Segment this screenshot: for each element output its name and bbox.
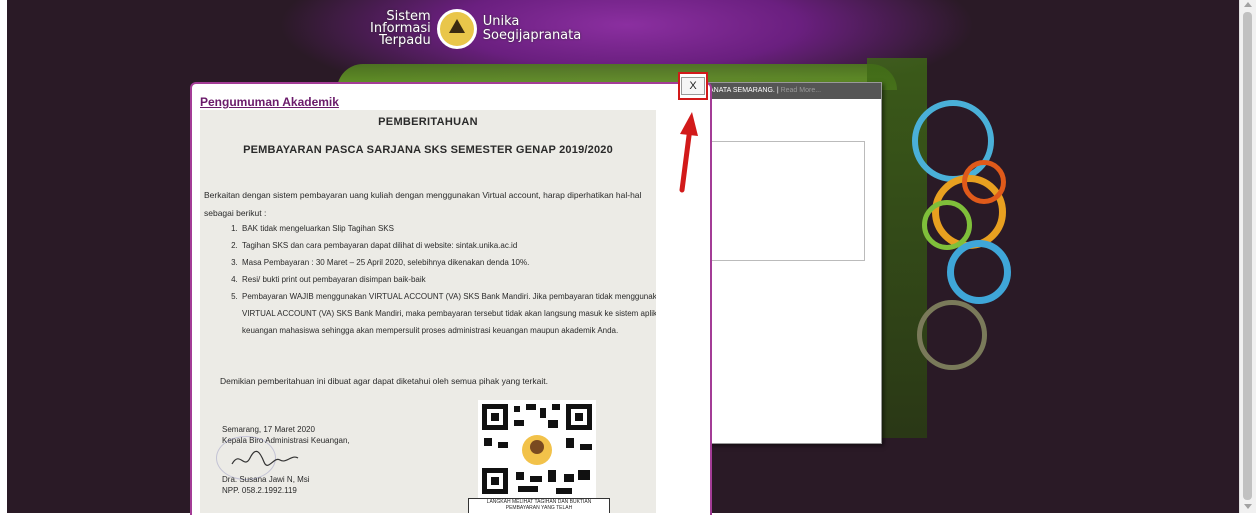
list-item: BAK tidak mengeluarkan Slip Tagihan SKS — [240, 220, 656, 237]
scrollbar-thumb[interactable] — [1243, 12, 1252, 500]
list-item: Masa Pembayaran : 30 Maret – 25 April 20… — [240, 254, 656, 271]
background-content-panel: ANATA SEMARANG. | Read More... — [700, 82, 882, 444]
list-item: Pembayaran WAJIB menggunakan VIRTUAL ACC… — [240, 288, 656, 339]
doc-heading: PEMBERITAHUAN — [378, 116, 478, 128]
scroll-up-icon[interactable] — [1244, 2, 1252, 7]
swirl-decoration-6 — [962, 160, 1006, 204]
doc-list: BAK tidak mengeluarkan Slip Tagihan SKS … — [200, 220, 656, 339]
qr-code-icon — [478, 400, 596, 498]
swirl-decoration-5 — [917, 300, 987, 370]
read-more-link[interactable]: Read More... — [781, 87, 821, 94]
content-box — [709, 141, 865, 261]
signature-icon — [231, 450, 299, 466]
doc-signer: Dra. Susana Jawi N, Msi NPP. 058.2.1992.… — [222, 475, 310, 495]
swirl-decoration-4 — [922, 200, 972, 250]
doc-closing: Demikian pemberitahuan ini dibuat agar d… — [220, 376, 548, 386]
announcement-image: PEMBERITAHUAN PEMBAYARAN PASCA SARJANA S… — [200, 110, 656, 513]
doc-intro: Berkaitan dengan sistem pembayaran uang … — [204, 190, 642, 218]
vertical-scrollbar[interactable] — [1239, 0, 1256, 513]
qr-caption: LANGKAH MELIHAT TAGIHAN DAN BUKTIAN PEMB… — [468, 498, 610, 513]
swirl-decoration-3 — [947, 240, 1011, 304]
close-icon: X — [681, 77, 705, 95]
list-item: Tagihan SKS dan cara pembayaran dapat di… — [240, 237, 656, 254]
modal-title[interactable]: Pengumuman Akademik — [200, 95, 339, 109]
logo-right-text: Unika Soegijapranata — [482, 14, 582, 43]
scroll-down-icon[interactable] — [1244, 504, 1252, 509]
close-button[interactable]: X — [678, 72, 708, 100]
site-logo[interactable]: Sistem Informasi Terpadu Unika Soegijapr… — [370, 6, 581, 52]
logo-left-text: Sistem Informasi Terpadu — [370, 9, 431, 48]
doc-subheading: PEMBAYARAN PASCA SARJANA SKS SEMESTER GE… — [243, 144, 613, 156]
university-seal-icon — [436, 9, 477, 49]
news-ticker: ANATA SEMARANG. | Read More... — [701, 83, 881, 99]
red-arrow-annotation — [679, 112, 698, 193]
list-item: Resi/ bukti print out pembayaran disimpa… — [240, 271, 656, 288]
